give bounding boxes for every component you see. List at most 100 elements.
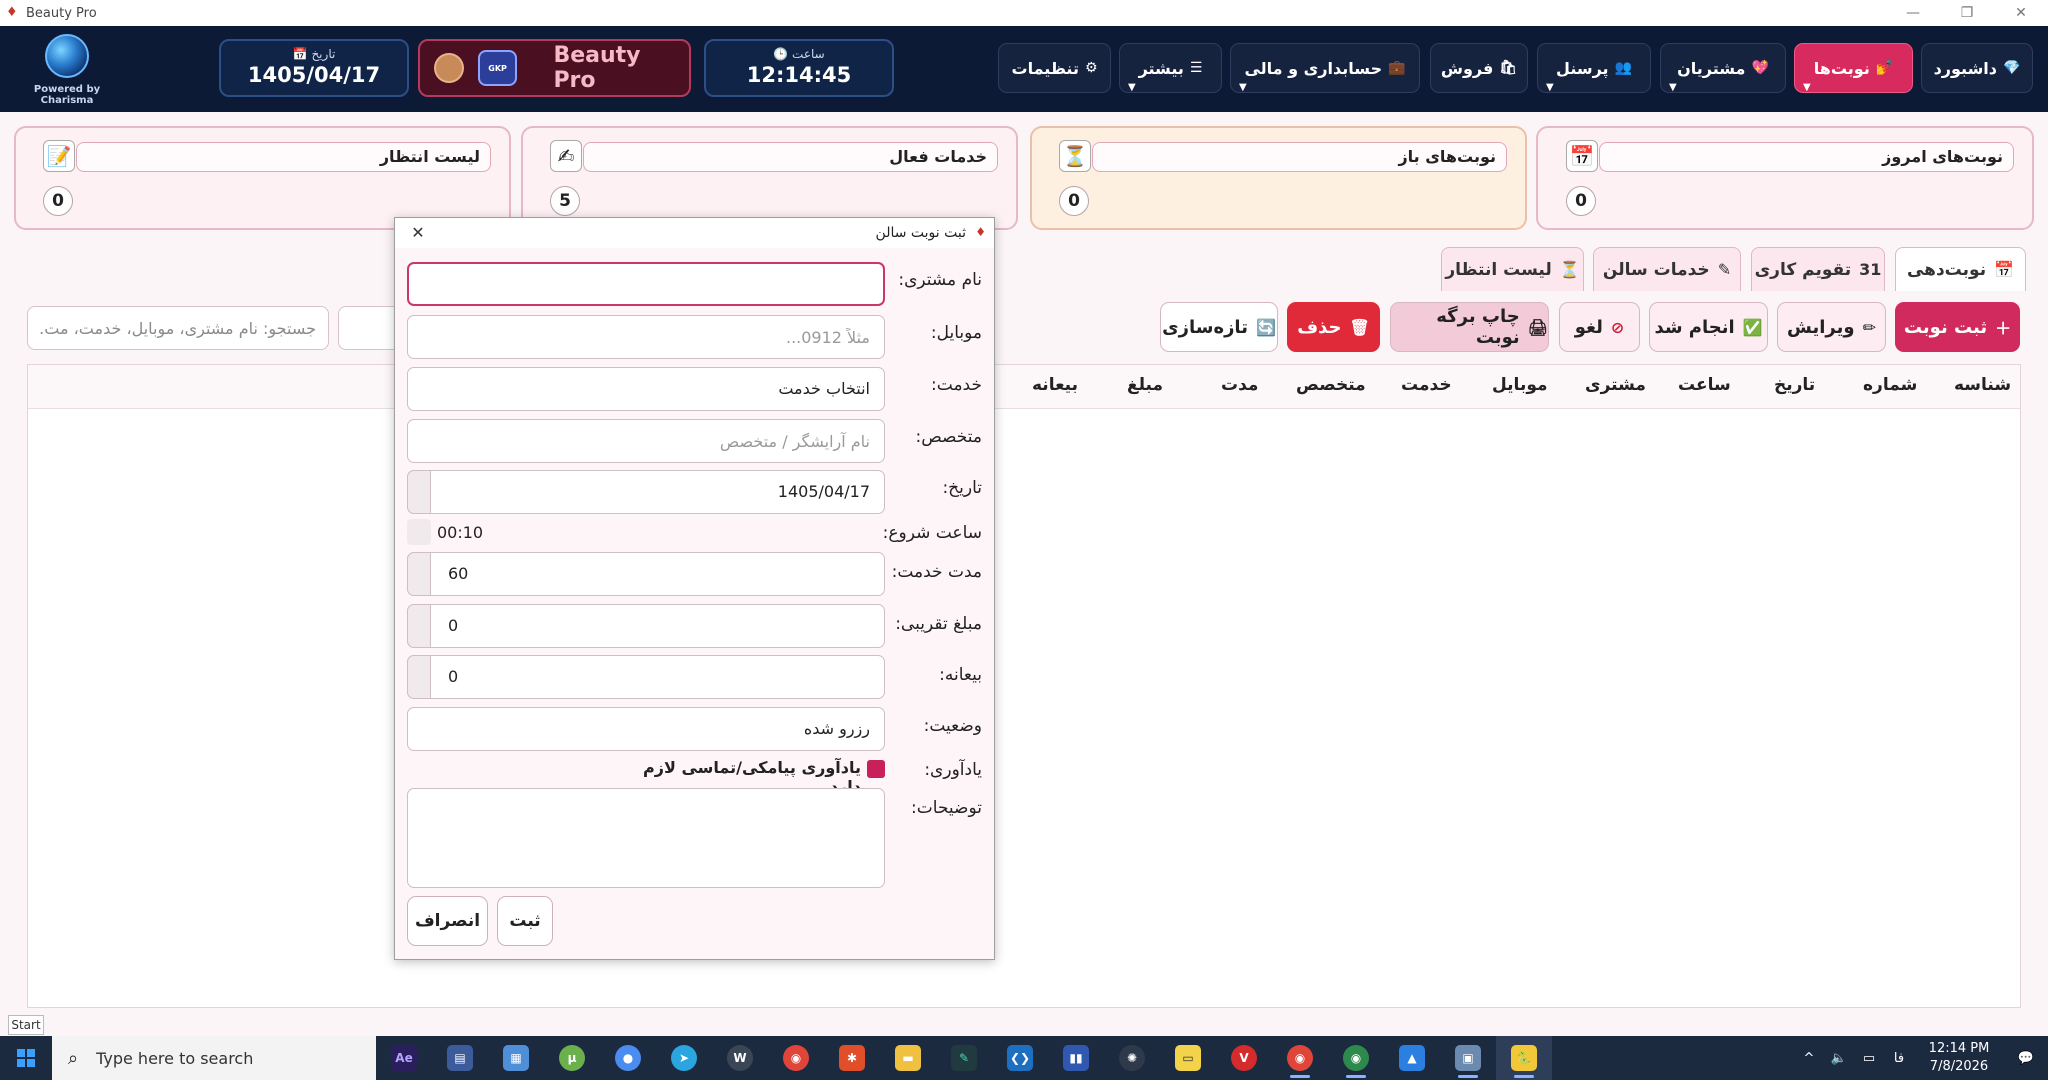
column-header[interactable]: شناسه xyxy=(1954,375,2011,395)
start-time-value[interactable]: 00:10 xyxy=(437,523,483,542)
mobile-input[interactable] xyxy=(407,315,885,359)
nav-accounting[interactable]: 💼 حسابداری و مالی ▼ xyxy=(1230,43,1420,93)
nav-appointments[interactable]: 💅 نوبت‌ها ▼ xyxy=(1794,43,1913,93)
chrome-icon[interactable]: ◉ xyxy=(1328,1036,1384,1080)
delete-button[interactable]: 🗑 حذف xyxy=(1287,302,1380,352)
date-panel: 📅 تاریخ 1405/04/17 xyxy=(219,39,409,97)
search-input[interactable] xyxy=(27,306,329,350)
app-icon[interactable]: ▤ xyxy=(432,1036,488,1080)
customer-name-input[interactable] xyxy=(407,262,885,306)
nav-sales[interactable]: 🛍 فروش xyxy=(1430,43,1528,93)
nav-settings[interactable]: ⚙ تنظیمات xyxy=(998,43,1111,93)
taskbar-search[interactable]: ⌕ Type here to search xyxy=(52,1036,376,1080)
minimize-button[interactable]: — xyxy=(1890,0,1936,26)
pen-app-icon[interactable]: ✎ xyxy=(936,1036,992,1080)
date-picker[interactable]: 1405/04/17 xyxy=(407,470,885,514)
voice-app-icon[interactable]: ● xyxy=(600,1036,656,1080)
date-dropdown-button[interactable] xyxy=(407,470,431,514)
column-header[interactable]: موبایل xyxy=(1492,375,1548,395)
file-explorer-icon[interactable]: ▬ xyxy=(880,1036,936,1080)
dismiss-button[interactable]: انصراف xyxy=(407,896,488,946)
after-effects-icon[interactable]: Ae xyxy=(376,1036,432,1080)
notes-label: توضیحات: xyxy=(911,798,982,818)
volume-icon[interactable]: 🔈 xyxy=(1824,1051,1854,1066)
duration-input[interactable]: 60 xyxy=(407,552,885,596)
column-header[interactable]: تاریخ xyxy=(1774,375,1815,395)
telegram-icon[interactable]: ➤ xyxy=(656,1036,712,1080)
add-appointment-button[interactable]: ＋ ثبت نوبت xyxy=(1895,302,2020,352)
nav-dashboard[interactable]: 💎 داشبورد xyxy=(1921,43,2033,93)
sticky-notes-icon[interactable]: ▭ xyxy=(1160,1036,1216,1080)
close-button[interactable]: ✕ xyxy=(1998,0,2044,26)
column-header[interactable]: مشتری xyxy=(1585,375,1646,395)
network-icon[interactable]: ▭ xyxy=(1854,1051,1884,1066)
duration-spin-button[interactable] xyxy=(407,552,431,596)
done-button[interactable]: ✅ انجام شد xyxy=(1649,302,1768,352)
tab-salon-services[interactable]: ✎ خدمات سالن xyxy=(1593,247,1741,291)
tab-waitlist[interactable]: ⏳ لیست انتظار xyxy=(1441,247,1584,291)
image-viewer-icon[interactable]: ▦ xyxy=(488,1036,544,1080)
chevron-down-icon[interactable]: ▼ xyxy=(1128,82,1136,93)
chrome-icon[interactable]: ◉ xyxy=(768,1036,824,1080)
windows-start-button[interactable] xyxy=(0,1036,52,1080)
tab-appointments[interactable]: 📅 نوبت‌دهی xyxy=(1895,247,2026,291)
chevron-up-icon[interactable]: ^ xyxy=(1794,1051,1824,1066)
time-spin-button[interactable] xyxy=(407,519,431,545)
column-header[interactable]: ساعت xyxy=(1678,375,1731,395)
deposit-input[interactable]: 0 xyxy=(407,655,885,699)
edit-button[interactable]: ✏ ویرایش xyxy=(1777,302,1886,352)
tab-work-calendar[interactable]: 31 تقویم کاری xyxy=(1751,247,1885,291)
openai-icon[interactable]: ✺ xyxy=(1104,1036,1160,1080)
refresh-button[interactable]: 🔄 تازه‌سازی xyxy=(1160,302,1278,352)
language-indicator[interactable]: فا xyxy=(1884,1051,1914,1066)
wordpress-icon[interactable]: W xyxy=(712,1036,768,1080)
briefcase-icon: 💼 xyxy=(1388,60,1406,76)
status-select[interactable]: رزرو شده xyxy=(407,707,885,751)
vivaldi-icon[interactable]: V xyxy=(1216,1036,1272,1080)
chevron-down-icon[interactable]: ▼ xyxy=(1669,82,1677,93)
column-header[interactable]: بیعانه xyxy=(1032,375,1078,395)
restore-button[interactable]: ❐ xyxy=(1944,0,1990,26)
specialist-input[interactable] xyxy=(407,419,885,463)
nav-staff[interactable]: 👥 پرسنل ▼ xyxy=(1537,43,1651,93)
python-icon[interactable]: 🐍 xyxy=(1496,1036,1552,1080)
table-header: شناسه شماره تاریخ ساعت مشتری موبایل خدمت… xyxy=(28,365,2020,409)
column-header[interactable]: مبلغ xyxy=(1127,375,1163,395)
chrome-icon[interactable]: ◉ xyxy=(1272,1036,1328,1080)
tab-label: لیست انتظار xyxy=(1445,259,1552,280)
close-icon[interactable]: ✕ xyxy=(407,222,429,244)
price-spin-button[interactable] xyxy=(407,604,431,648)
photos-icon[interactable]: ▲ xyxy=(1384,1036,1440,1080)
nav-more[interactable]: ☰ بیشتر ▼ xyxy=(1119,43,1222,93)
chevron-down-icon[interactable]: ▼ xyxy=(1239,82,1247,93)
reminder-checkbox[interactable] xyxy=(867,760,885,778)
vscode-icon[interactable]: ❮❯ xyxy=(992,1036,1048,1080)
notification-icon[interactable]: 💬 xyxy=(2004,1051,2048,1066)
heart-icon: 💖 xyxy=(1751,60,1769,76)
column-header[interactable]: مدت xyxy=(1221,375,1258,395)
chevron-down-icon[interactable]: ▼ xyxy=(1803,82,1811,93)
price-input[interactable]: 0 xyxy=(407,604,885,648)
print-slip-button[interactable]: 🖨 چاپ برگه نوبت xyxy=(1390,302,1549,352)
star-app-icon[interactable]: ✱ xyxy=(824,1036,880,1080)
explorer-app-icon[interactable]: ▣ xyxy=(1440,1036,1496,1080)
column-header[interactable]: متخصص xyxy=(1296,375,1366,395)
notes-textarea[interactable] xyxy=(407,788,885,888)
utorrent-icon[interactable]: µ xyxy=(544,1036,600,1080)
deposit-spin-button[interactable] xyxy=(407,655,431,699)
duration-label: مدت خدمت: xyxy=(891,562,982,582)
column-header[interactable]: شماره xyxy=(1863,375,1917,395)
filter-combo[interactable] xyxy=(338,306,398,350)
cancel-appointment-button[interactable]: ⊘ لغو xyxy=(1559,302,1640,352)
menu-icon: ☰ xyxy=(1189,60,1203,76)
column-header[interactable]: خدمت xyxy=(1401,375,1452,395)
chart-app-icon[interactable]: ▮▮ xyxy=(1048,1036,1104,1080)
submit-button[interactable]: ثبت xyxy=(497,896,553,946)
time-label: 🕒 ساعت xyxy=(773,47,825,61)
stat-label: نوبت‌های امروز xyxy=(1599,142,2014,172)
nav-customers[interactable]: 💖 مشتریان ▼ xyxy=(1660,43,1786,93)
mobile-label: موبایل: xyxy=(930,323,982,343)
taskbar-clock[interactable]: 12:14 PM 7/8/2026 xyxy=(1914,1040,2004,1076)
service-select[interactable]: انتخاب خدمت xyxy=(407,367,885,411)
chevron-down-icon[interactable]: ▼ xyxy=(1546,82,1554,93)
